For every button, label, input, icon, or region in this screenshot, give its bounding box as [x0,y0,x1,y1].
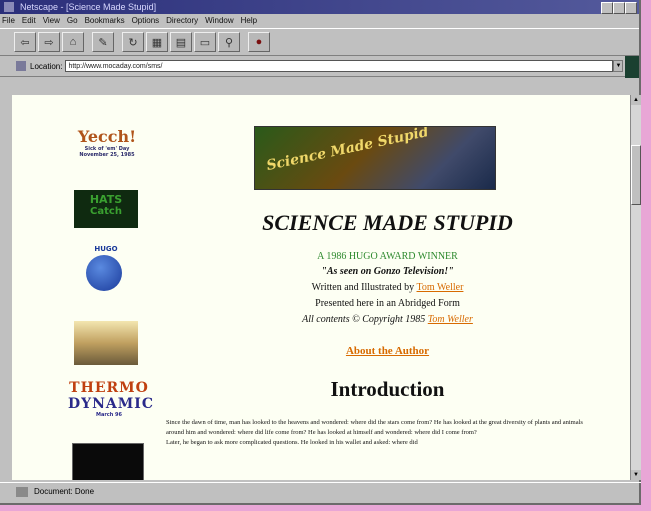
scroll-up-button[interactable]: ▲ [631,95,641,105]
images-button[interactable]: ▦ [146,32,168,52]
netscape-throbber-icon[interactable] [625,56,639,78]
scrollbar-thumb[interactable] [631,145,641,205]
copyright-author-link[interactable]: Tom Weller [428,314,473,325]
science-made-stupid-banner: Science Made Stupid [254,126,496,190]
window-title: Netscape - [Science Made Stupid] [20,2,157,12]
location-bar: Location: http://www.mocaday.com/sms/ ▼ [0,56,639,78]
copyright-line: All contents © Copyright 1985 Tom Weller [160,314,615,325]
pencil-icon: ✎ [98,36,108,49]
home-button[interactable]: ⌂ [62,32,84,52]
title-bar: Netscape - [Science Made Stupid] [0,0,639,14]
menu-bookmarks[interactable]: Bookmarks [85,14,125,28]
globe-icon [86,255,122,291]
menu-file[interactable]: File [2,14,15,28]
close-button[interactable] [625,2,637,14]
presented-line: Presented here in an Abridged Form [315,298,460,309]
forward-button[interactable]: ⇨ [38,32,60,52]
location-label: Location: [30,61,63,71]
forward-icon: ⇨ [44,36,54,49]
find-button[interactable]: ⚲ [218,32,240,52]
hugo-label: HUGO [94,245,118,253]
reload-button[interactable]: ↻ [122,32,144,52]
open-button[interactable]: ▤ [170,32,192,52]
menu-window[interactable]: Window [205,14,233,28]
menu-edit[interactable]: Edit [22,14,36,28]
arrow-down-icon: ▼ [633,472,639,478]
credits-line: Written and Illustrated by Tom Weller [160,282,615,293]
toolbar: ⇦ ⇨ ⌂ ✎ ↻ ▦ ▤ ▭ ⚲ ● [0,28,639,56]
back-icon: ⇦ [20,36,30,49]
home-icon: ⌂ [69,36,77,48]
tagline: "As seen on Gonzo Television!" [321,266,454,277]
hats-award-badge[interactable]: HATS Catch [74,190,138,228]
copyright-label: All contents © Copyright 1985 [302,314,426,325]
yecch-title: Yecch! [77,127,137,146]
chevron-down-icon: ▼ [615,63,622,69]
scroll-down-button[interactable]: ▼ [631,470,641,480]
vertical-scrollbar[interactable]: ▲ ▼ [630,95,641,480]
yecch-subtitle: Sick of 'em' Day November 25, 1985 [79,146,135,158]
hugo-award-badge[interactable]: HUGO [82,245,130,295]
menu-bar: File Edit View Go Bookmarks Options Dire… [0,14,639,28]
thermo-date: March 96 [95,412,123,418]
back-button[interactable]: ⇦ [14,32,36,52]
page-content: Yecch! Sick of 'em' Day November 25, 198… [12,95,630,480]
page-title: SCIENCE MADE STUPID [262,210,513,235]
yecch-award-badge[interactable]: Yecch! Sick of 'em' Day November 25, 198… [70,127,144,158]
about-author-link[interactable]: About the Author [346,345,429,357]
author-link[interactable]: Tom Weller [417,282,464,293]
menu-go[interactable]: Go [67,14,78,28]
menu-help[interactable]: Help [241,14,257,28]
location-input[interactable]: http://www.mocaday.com/sms/ [65,60,614,72]
reload-icon: ↻ [128,36,138,49]
menu-options[interactable]: Options [132,14,160,28]
award-line: A 1986 HUGO AWARD WINNER [317,251,458,262]
print-button[interactable]: ▭ [194,32,216,52]
hats-title: HATS [89,193,123,206]
open-icon: ▤ [175,36,187,49]
introduction-heading: Introduction [330,377,445,401]
intro-paragraph-1: Since the dawn of time, man has looked t… [166,419,583,436]
print-icon: ▭ [199,36,211,49]
netscape-icon[interactable] [4,2,14,12]
status-bar: Document: Done [0,482,641,501]
hats-subtitle: Catch [90,206,122,217]
bookmark-icon[interactable] [16,61,26,71]
arrow-up-icon: ▲ [633,97,639,103]
images-icon: ▦ [151,36,163,49]
menu-directory[interactable]: Directory [166,14,198,28]
location-dropdown-button[interactable]: ▼ [613,60,624,72]
banner-text: Science Made Stupid [265,126,430,174]
minimize-button[interactable] [601,2,613,14]
intro-paragraph-2: Later, he began to ask more complicated … [166,439,418,446]
written-by-label: Written and Illustrated by [311,282,415,293]
about-line: About the Author [160,345,615,357]
maximize-button[interactable] [613,2,625,14]
security-key-icon[interactable] [16,487,28,497]
thermo-title-line2: DYNAMIC [68,396,154,412]
main-column: Science Made Stupid SCIENCE MADE STUPID … [160,95,615,480]
find-icon: ⚲ [224,36,234,49]
collage-award-badge[interactable] [74,321,138,365]
thermodynamic-award-badge[interactable]: THERMO DYNAMIC March 96 [68,380,154,418]
status-text: Document: Done [34,487,95,496]
stop-icon: ● [255,36,263,48]
menu-view[interactable]: View [43,14,60,28]
intro-paragraph: Since the dawn of time, man has looked t… [166,418,596,448]
stop-button[interactable]: ● [248,32,270,52]
thermo-title-line1: THERMO [69,380,149,396]
dark-award-badge[interactable] [72,443,144,480]
edit-button[interactable]: ✎ [92,32,114,52]
